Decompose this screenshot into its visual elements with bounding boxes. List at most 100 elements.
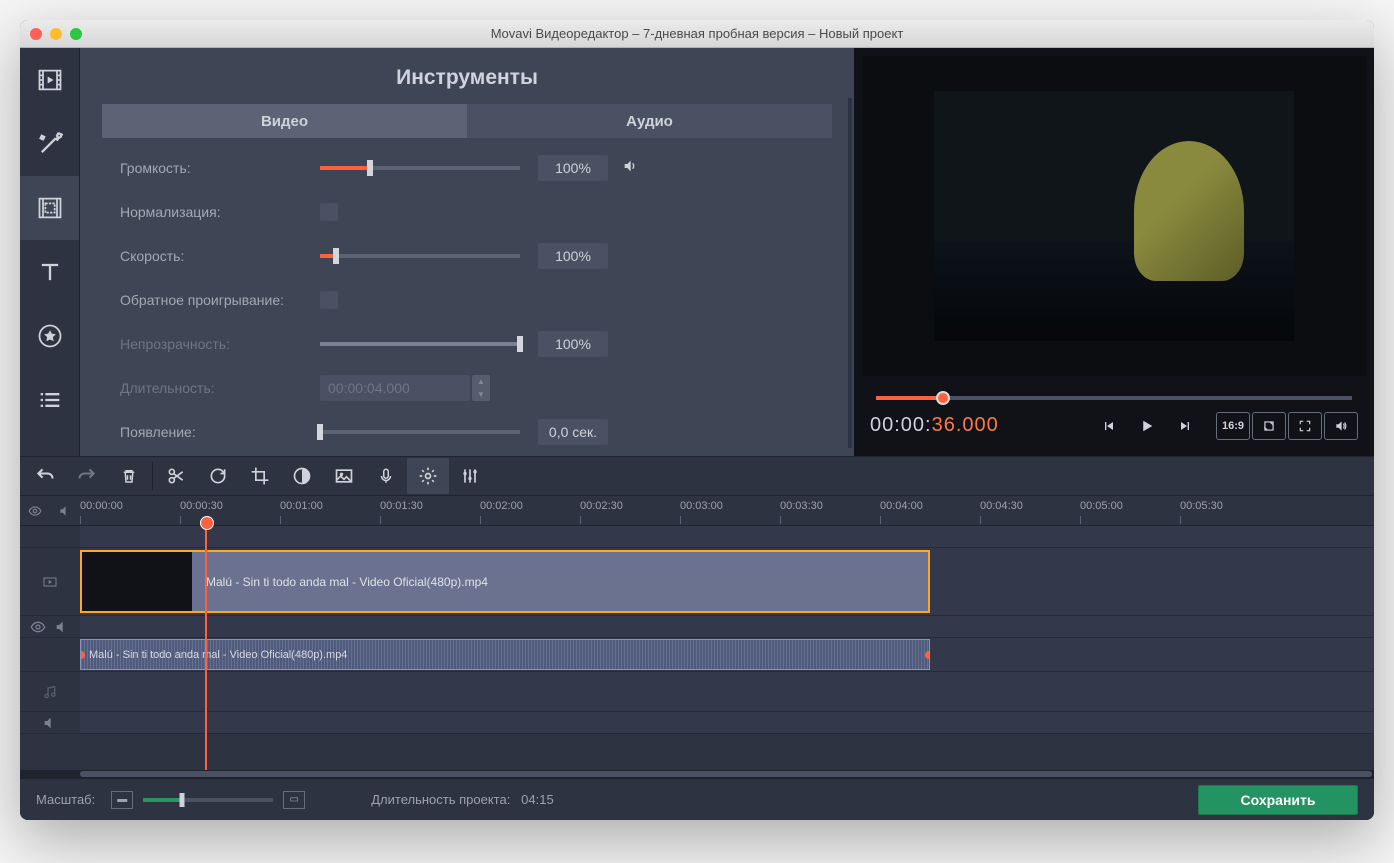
fullscreen-button[interactable] — [1288, 412, 1322, 440]
preview-viewport[interactable] — [862, 56, 1366, 376]
minimize-window-button[interactable] — [50, 28, 62, 40]
sidebar-transitions-button[interactable] — [20, 176, 79, 240]
volume-icon — [1334, 419, 1348, 433]
duration-value: 04:15 — [521, 792, 554, 807]
record-button[interactable] — [365, 458, 407, 494]
traffic-lights — [30, 28, 82, 40]
mic-icon — [377, 467, 395, 485]
opacity-value: 100% — [538, 331, 608, 357]
preview-frame — [934, 91, 1294, 341]
clip-properties-button[interactable] — [407, 458, 449, 494]
star-circle-icon — [36, 322, 64, 350]
opacity-row: Непрозрачность: 100% — [120, 332, 814, 356]
overlay-track-header-row — [20, 526, 1374, 548]
delete-button[interactable] — [108, 458, 150, 494]
titlebar: Movavi Видеоредактор – 7-дневная пробная… — [20, 20, 1374, 48]
sidebar-titles-button[interactable] — [20, 240, 79, 304]
video-clip[interactable]: Malú - Sin ti todo anda mal - Video Ofic… — [80, 550, 930, 613]
tracks-container: Malú - Sin ti todo anda mal - Video Ofic… — [20, 526, 1374, 770]
tools-body: Громкость: 100% Нормализация: Скорость: … — [80, 138, 854, 456]
crop-button[interactable] — [239, 458, 281, 494]
sidebar-stickers-button[interactable] — [20, 304, 79, 368]
tab-video[interactable]: Видео — [102, 104, 467, 138]
timeline-ruler[interactable]: 00:00:0000:00:3000:01:0000:01:3000:02:00… — [20, 496, 1374, 526]
normalize-row: Нормализация: — [120, 200, 814, 224]
close-window-button[interactable] — [30, 28, 42, 40]
ruler-tick: 00:02:00 — [480, 500, 523, 512]
zoom-in-button[interactable]: ▭ — [283, 791, 305, 809]
music-note-icon — [42, 684, 58, 700]
music-track[interactable] — [20, 672, 1374, 712]
window-title: Movavi Видеоредактор – 7-дневная пробная… — [491, 26, 904, 41]
video-track[interactable]: Malú - Sin ti todo anda mal - Video Ofic… — [20, 548, 1374, 616]
contrast-icon — [292, 466, 312, 486]
save-button[interactable]: Сохранить — [1198, 785, 1358, 815]
play-icon — [1138, 417, 1156, 435]
preview-seekbar[interactable] — [862, 376, 1366, 404]
rotate-button[interactable] — [197, 458, 239, 494]
speed-row: Скорость: 100% — [120, 244, 814, 268]
undo-button[interactable] — [24, 458, 66, 494]
timeline-h-scrollbar[interactable] — [20, 770, 1374, 778]
duration-input-group: 00:00:04.000 ▲▼ — [320, 375, 490, 401]
timeline: 00:00:0000:00:3000:01:0000:01:3000:02:00… — [20, 496, 1374, 778]
color-button[interactable] — [281, 458, 323, 494]
audio-clip[interactable]: Malú - Sin ti todo anda mal - Video Ofic… — [80, 639, 930, 670]
aspect-ratio-button[interactable]: 16:9 — [1216, 412, 1250, 440]
sidebar-more-button[interactable] — [20, 368, 79, 432]
volume-mute-button[interactable] — [622, 158, 638, 179]
ruler-head — [20, 496, 80, 525]
app-content: Инструменты Видео Аудио Громкость: 100% … — [20, 48, 1374, 820]
timecode-orange: 36.000 — [932, 414, 999, 436]
playhead[interactable] — [205, 526, 207, 770]
play-button[interactable] — [1132, 411, 1162, 441]
eye-icon[interactable] — [30, 619, 46, 635]
prev-frame-button[interactable] — [1094, 411, 1124, 441]
next-frame-button[interactable] — [1170, 411, 1200, 441]
fadein-value[interactable]: 0,0 сек. — [538, 419, 608, 445]
duration-label: Длительность: — [120, 380, 320, 396]
unpin-preview-button[interactable] — [1252, 412, 1286, 440]
duration-input: 00:00:04.000 — [320, 375, 470, 401]
spin-up-button: ▲ — [472, 375, 490, 388]
zoom-out-button[interactable]: ▬ — [111, 791, 133, 809]
tools-scrollbar[interactable] — [848, 98, 852, 448]
rotate-icon — [208, 466, 228, 486]
sidebar-media-button[interactable] — [20, 48, 79, 112]
zoom-window-button[interactable] — [70, 28, 82, 40]
equalizer-button[interactable] — [449, 458, 491, 494]
speaker-small-icon — [58, 504, 72, 518]
tab-audio[interactable]: Аудио — [467, 104, 832, 138]
video-track-head — [20, 548, 80, 615]
zoom-slider[interactable] — [143, 798, 273, 802]
fullscreen-icon — [1298, 419, 1312, 433]
speaker-small-icon[interactable] — [54, 619, 70, 635]
scissors-icon — [166, 466, 186, 486]
speaker-small-icon[interactable] — [42, 715, 58, 731]
image-button[interactable] — [323, 458, 365, 494]
ruler-tick: 00:02:30 — [580, 500, 623, 512]
fadein-slider[interactable] — [320, 430, 520, 434]
image-icon — [334, 466, 354, 486]
tools-header: Инструменты — [80, 48, 854, 104]
spin-down-button: ▼ — [472, 388, 490, 401]
redo-button[interactable] — [66, 458, 108, 494]
video-track-controls — [20, 616, 1374, 638]
list-icon — [36, 386, 64, 414]
speed-value[interactable]: 100% — [538, 243, 608, 269]
reverse-checkbox[interactable] — [320, 291, 338, 309]
split-button[interactable] — [155, 458, 197, 494]
fadein-row: Появление: 0,0 сек. — [120, 420, 814, 444]
preview-controls: 00:00:36.000 16:9 — [862, 404, 1366, 448]
ruler-tick: 00:00:00 — [80, 500, 123, 512]
preview-mute-button[interactable] — [1324, 412, 1358, 440]
clip-handle-right[interactable] — [925, 651, 930, 659]
sidebar-filters-button[interactable] — [20, 112, 79, 176]
timecode-gray: 00:00: — [870, 414, 932, 436]
linked-audio-track[interactable]: Malú - Sin ti todo anda mal - Video Ofic… — [20, 638, 1374, 672]
speed-slider[interactable] — [320, 254, 520, 258]
normalize-checkbox[interactable] — [320, 203, 338, 221]
volume-value[interactable]: 100% — [538, 155, 608, 181]
text-icon — [36, 258, 64, 286]
volume-slider[interactable] — [320, 166, 520, 170]
